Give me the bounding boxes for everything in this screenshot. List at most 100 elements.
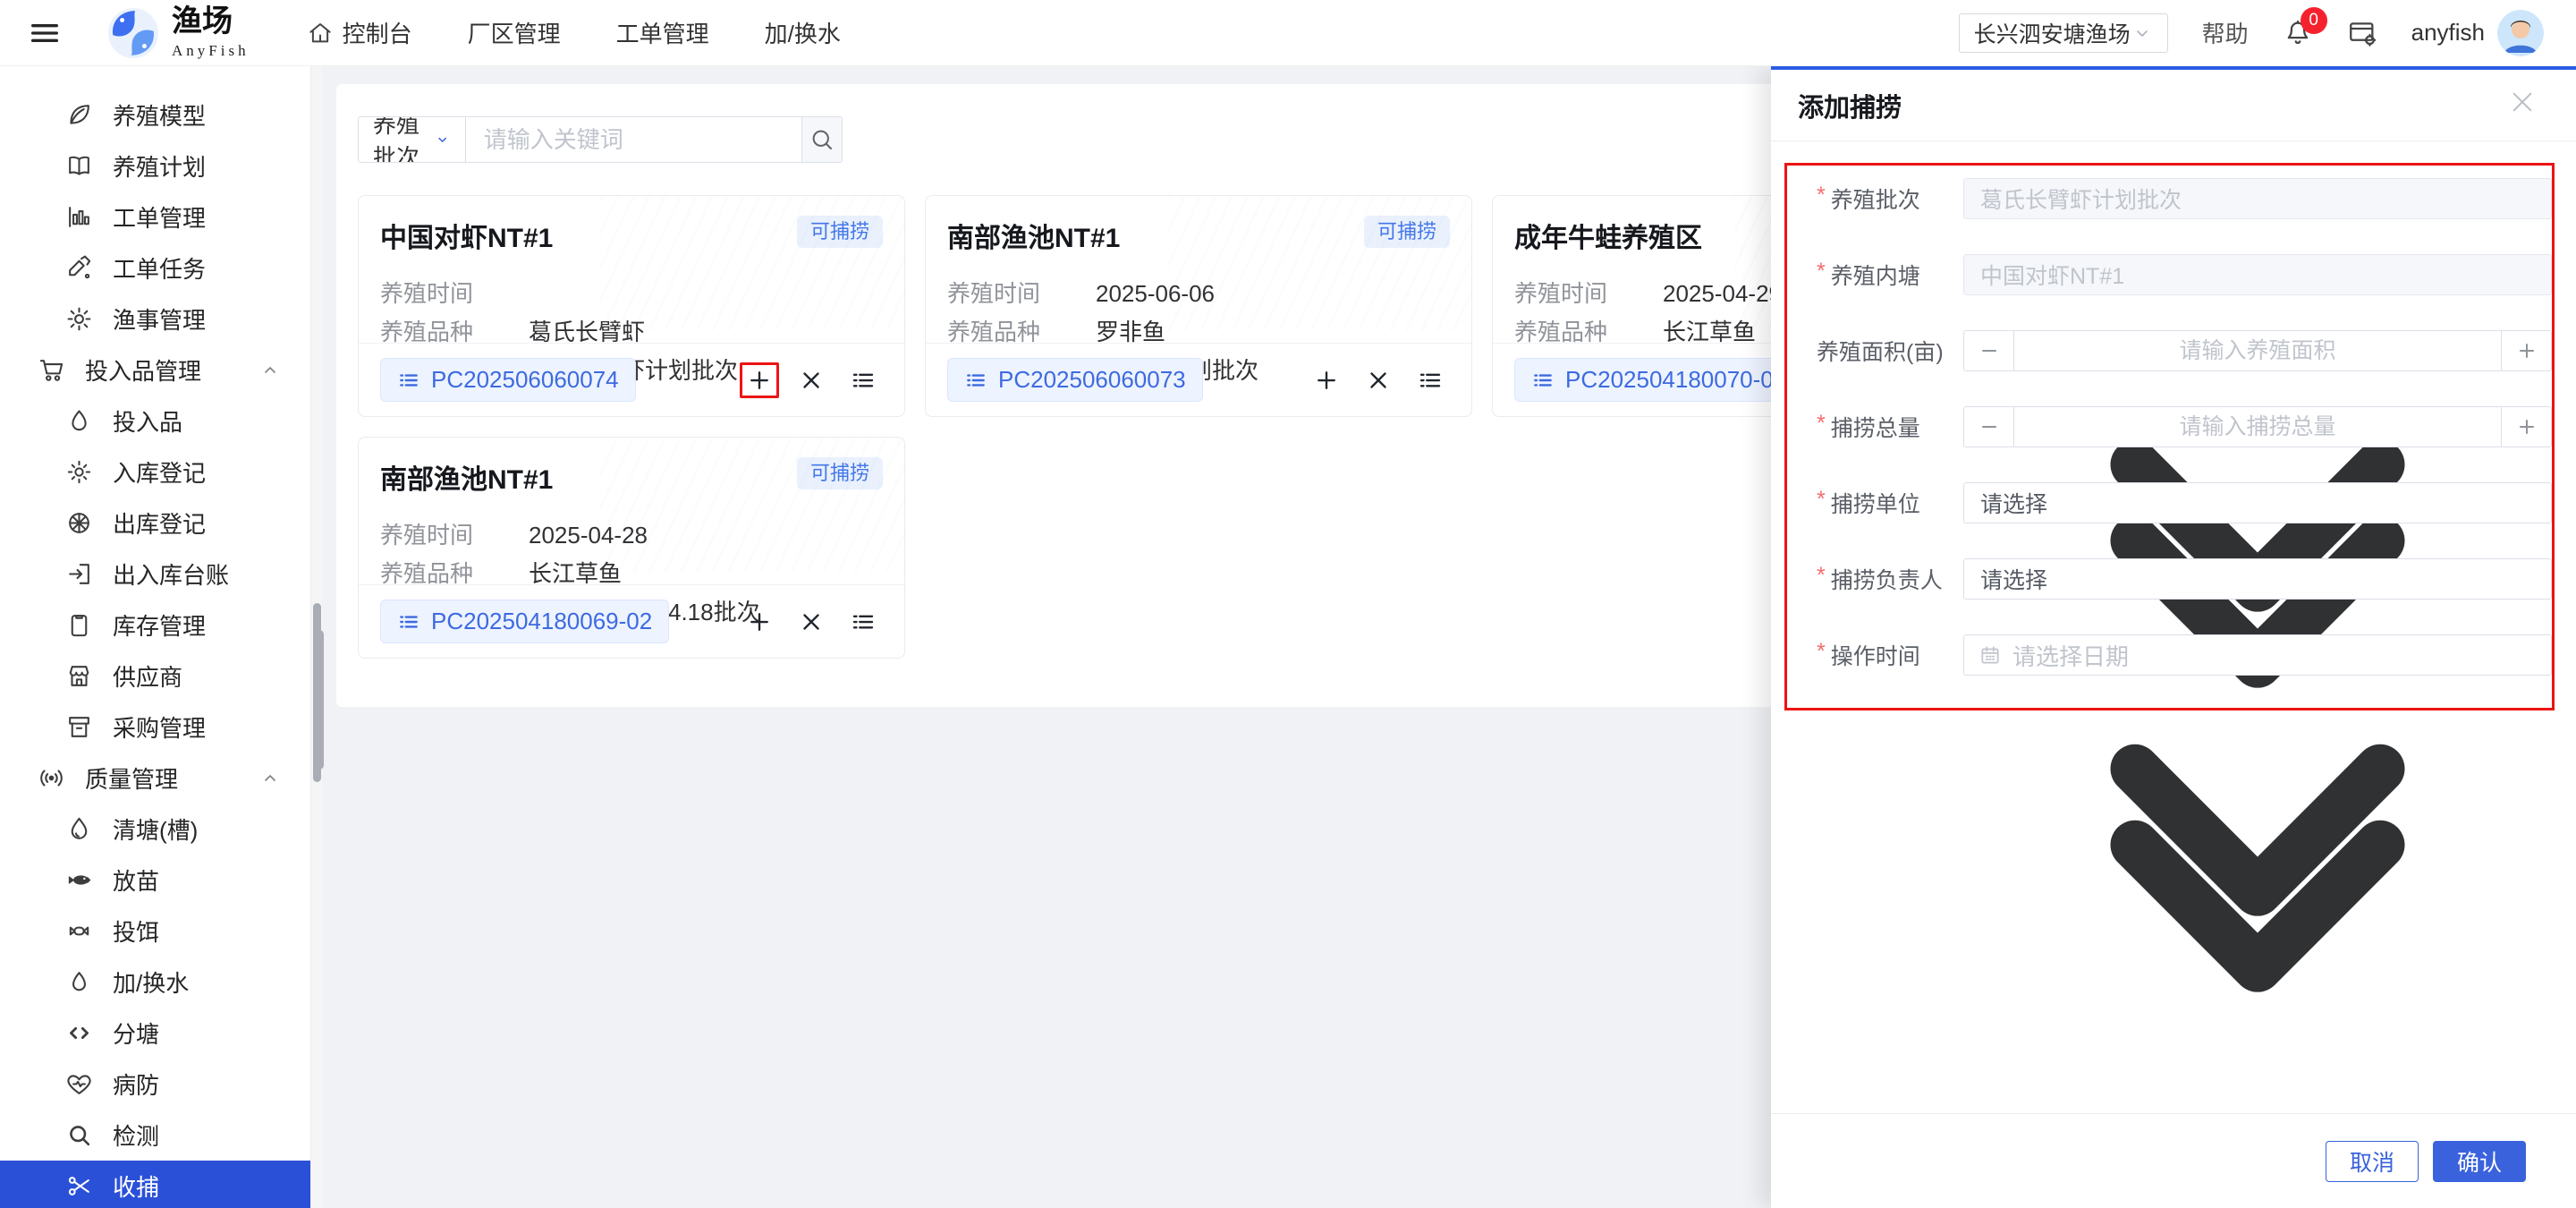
sidebar-item-input-goods[interactable]: 投入品 xyxy=(0,396,322,447)
minus-button[interactable] xyxy=(1964,407,2014,447)
sidebar-item-inventory[interactable]: 库存管理 xyxy=(0,600,322,651)
remove-button[interactable] xyxy=(792,362,831,398)
detail-list-button[interactable] xyxy=(1411,362,1450,398)
nav-item-workorder[interactable]: 工单管理 xyxy=(616,16,709,49)
batch-code-tag[interactable]: PC202504180069-02 xyxy=(380,600,670,643)
confirm-button[interactable]: 确认 xyxy=(2432,1140,2526,1182)
sidebar-item-breeding-plan[interactable]: 养殖计划 xyxy=(0,140,322,191)
sidebar-item-split-pond[interactable]: 分塘 xyxy=(0,1008,322,1059)
user-menu[interactable]: anyfish xyxy=(2411,9,2544,56)
panel-gear-icon xyxy=(2349,21,2376,47)
batch-code-tag[interactable]: PC202506060073 xyxy=(947,358,1203,402)
detail-list-button[interactable] xyxy=(843,604,883,640)
detail-list-button[interactable] xyxy=(843,362,883,398)
heart-pulse-icon xyxy=(67,1075,91,1094)
workbench-settings-button[interactable] xyxy=(2347,18,2377,48)
add-harvest-button[interactable] xyxy=(740,362,779,398)
add-harvest-button[interactable] xyxy=(1307,362,1346,398)
sidebar-item-pond-clean[interactable]: 清塘(槽) xyxy=(0,804,322,855)
search-input[interactable] xyxy=(465,117,801,162)
sidebar-item-breeding-model[interactable]: 养殖模型 xyxy=(0,89,322,140)
search-filter-select[interactable]: 养殖批次 xyxy=(359,117,466,162)
form-row-batch: * 养殖批次 葛氏长臂虾计划批次 xyxy=(1817,178,2552,612)
sidebar-item-workorder-mgmt[interactable]: 工单管理 xyxy=(0,191,322,242)
cancel-button[interactable]: 取消 xyxy=(2325,1140,2419,1182)
pond-card-title: 南部渔池NT#1 xyxy=(947,224,1121,253)
form-annotation-box: *养殖批次 葛氏长臂虾计划批次 *养殖内塘 中国对虾NT#1 养殖面积(亩) xyxy=(1784,163,2555,992)
pond-select-value: 中国对虾NT#1 xyxy=(1980,264,2125,289)
code-icon xyxy=(70,1026,89,1040)
nav-item-console[interactable]: 控制台 xyxy=(307,16,412,49)
top-navbar: 渔场 AnyFish 控制台 厂区管理 工单管理 加/换水 长兴泗安塘渔场 帮助… xyxy=(0,0,2576,66)
hamburger-menu-icon[interactable] xyxy=(27,15,63,51)
farm-selector[interactable]: 长兴泗安塘渔场 xyxy=(1958,13,2168,53)
batch-code-tag[interactable]: PC202504180070-01 xyxy=(1514,358,1804,402)
form-row-manager: * 捕捞负责人 请选择 xyxy=(1817,558,2552,992)
content-scrollbar-thumb[interactable] xyxy=(315,630,324,770)
search-icon xyxy=(70,1126,90,1146)
close-icon xyxy=(2512,92,2532,111)
total-input[interactable] xyxy=(2014,407,2501,447)
minus-button[interactable] xyxy=(1964,331,2014,370)
pond-card-title: 中国对虾NT#1 xyxy=(380,224,554,253)
unit-select-placeholder: 请选择 xyxy=(1980,492,2048,517)
signal-icon xyxy=(40,770,63,787)
field-label: 养殖时间 xyxy=(1514,280,1608,307)
sidebar-item-add-water[interactable]: 加/换水 xyxy=(0,957,322,1008)
batch-select[interactable]: 葛氏长臂虾计划批次 xyxy=(1963,178,2552,219)
plus-button[interactable] xyxy=(2501,407,2551,447)
chevron-up-icon xyxy=(265,366,275,373)
sidebar-item-disease[interactable]: 病防 xyxy=(0,1059,322,1110)
sidebar-item-fishery-mgmt[interactable]: 渔事管理 xyxy=(0,293,322,345)
fish-logo-icon xyxy=(108,7,158,58)
add-harvest-button[interactable] xyxy=(740,604,779,640)
sidebar-group-quality[interactable]: 质量管理 xyxy=(0,753,322,804)
egg-icon xyxy=(72,972,86,991)
chevron-down-icon xyxy=(2136,30,2148,37)
plus-icon xyxy=(750,612,768,631)
search-button[interactable] xyxy=(801,117,842,162)
required-mark: * xyxy=(1817,563,1826,588)
sidebar-item-supplier[interactable]: 供应商 xyxy=(0,651,322,702)
sidebar-item-inspection[interactable]: 检测 xyxy=(0,1110,322,1161)
remove-button[interactable] xyxy=(1359,362,1398,398)
close-icon xyxy=(803,371,819,388)
sidebar-item-ledger[interactable]: 出入库台账 xyxy=(0,549,322,600)
field-label: 养殖时间 xyxy=(380,280,474,307)
area-stepper xyxy=(1963,330,2552,371)
sidebar-item-workorder-task[interactable]: 工单任务 xyxy=(0,242,322,293)
sidebar-group-input-goods[interactable]: 投入品管理 xyxy=(0,345,322,396)
area-input[interactable] xyxy=(2014,331,2501,370)
help-link[interactable]: 帮助 xyxy=(2202,16,2249,49)
bar-chart-icon xyxy=(69,207,89,227)
sidebar-item-inbound[interactable]: 入库登记 xyxy=(0,447,322,498)
nav-item-factory[interactable]: 厂区管理 xyxy=(468,16,561,49)
pond-select[interactable]: 中国对虾NT#1 xyxy=(1963,254,2552,295)
drawer-close-button[interactable] xyxy=(2508,88,2544,123)
unit-select[interactable]: 请选择 xyxy=(1963,482,2552,523)
sidebar-item-harvest[interactable]: 收捕 xyxy=(0,1161,322,1208)
nav-item-water[interactable]: 加/换水 xyxy=(765,16,841,49)
status-badge: 可捕捞 xyxy=(796,457,883,490)
sidebar: 养殖模型 养殖计划 工单管理 工单任务 渔事管理 投入品管理 投入品 入库登记 … xyxy=(0,66,322,1208)
batch-code-tag[interactable]: PC202506060074 xyxy=(380,358,636,402)
sidebar-item-stocking[interactable]: 放苗 xyxy=(0,855,322,906)
search-icon xyxy=(812,130,832,149)
chevron-up-icon xyxy=(265,774,275,781)
field-label: 操作时间 xyxy=(1830,644,1920,669)
sidebar-item-feeding[interactable]: 投饵 xyxy=(0,906,322,957)
menu-list-icon xyxy=(852,615,874,628)
notification-bell[interactable]: 0 xyxy=(2283,6,2327,48)
sidebar-item-purchasing[interactable]: 采购管理 xyxy=(0,702,322,753)
logo-subtitle: AnyFish xyxy=(172,42,250,59)
farm-selector-value: 长兴泗安塘渔场 xyxy=(1973,21,2131,47)
plus-button[interactable] xyxy=(2501,331,2551,370)
date-picker[interactable]: 请选择日期 xyxy=(1963,634,2552,676)
sidebar-item-outbound[interactable]: 出库登记 xyxy=(0,498,322,549)
status-badge: 可捕捞 xyxy=(1363,216,1450,249)
remove-button[interactable] xyxy=(792,604,831,640)
scissors-icon xyxy=(68,1177,89,1195)
manager-select[interactable]: 请选择 xyxy=(1963,558,2552,600)
book-icon xyxy=(69,156,89,175)
candy-icon xyxy=(69,926,89,936)
